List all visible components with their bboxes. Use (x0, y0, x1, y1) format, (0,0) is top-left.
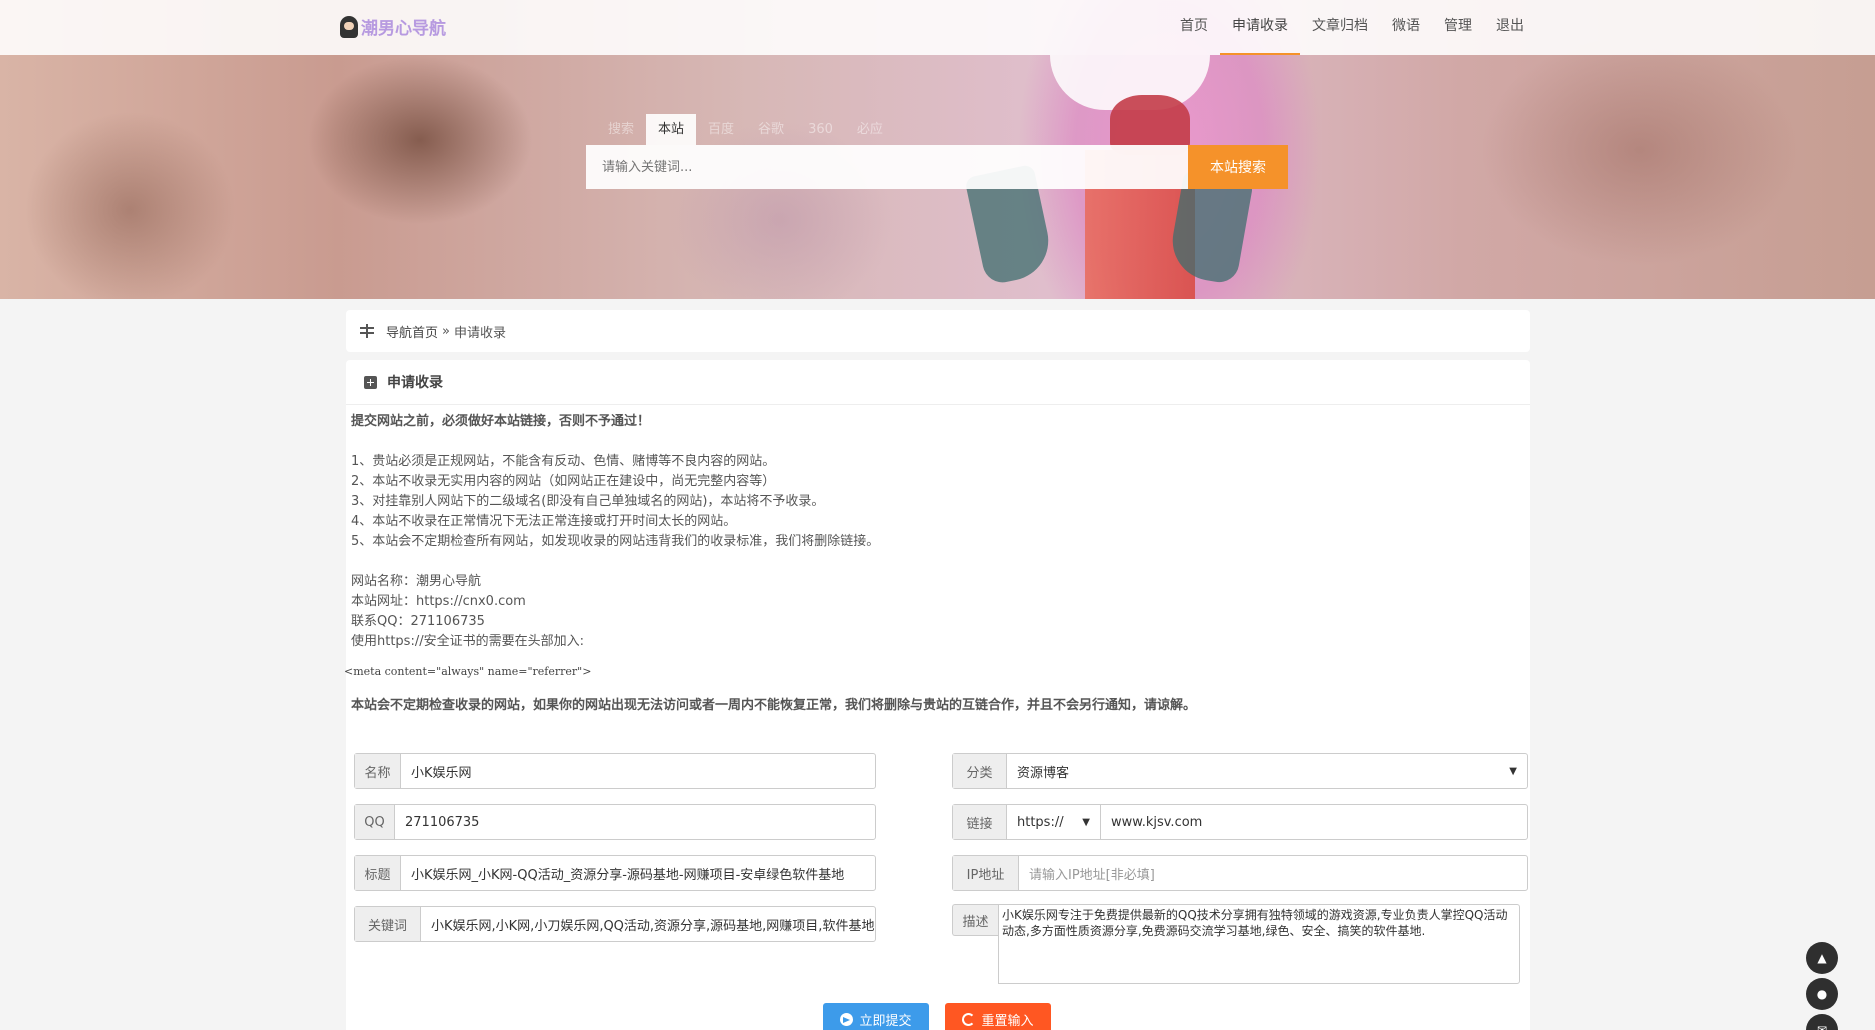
rule-item: 4、本站不收录在正常情况下无法正常连接或打开时间太长的网站。 (351, 514, 737, 529)
keywords-field: 关键词 小K娱乐网,小K网,小刀娱乐网,QQ活动,资源分享,源码基地,网赚项目,… (354, 906, 876, 942)
breadcrumb: 导航首页 » 申请收录 (346, 310, 1530, 352)
site-title: 潮男心导航 (361, 19, 446, 39)
search-tab-active[interactable]: 本站 (646, 114, 697, 145)
nav-item-submit-site[interactable]: 申请收录 (1220, 0, 1300, 55)
breadcrumb-separator: » (442, 323, 450, 339)
bell-icon: ● (1816, 987, 1828, 1001)
site-info-line: 使用https://安全证书的需要在头部加入: (351, 634, 584, 649)
category-label: 分类 (953, 754, 1007, 788)
ip-label: IP地址 (953, 856, 1019, 890)
refresh-icon (962, 1012, 976, 1026)
mail-button[interactable]: ✉ (1806, 1014, 1838, 1030)
rule-item: 1、贵站必须是正规网站，不能含有反动、色情、赌博等不良内容的网站。 (351, 454, 776, 469)
search-tabs: 搜索 本站 百度 谷歌 360 必应 (596, 114, 895, 145)
search-tab[interactable]: 必应 (845, 114, 895, 145)
category-selected: 资源博客 (1017, 765, 1070, 781)
site-logo[interactable]: 潮男心导航 (340, 14, 446, 39)
description-textarea[interactable]: 小K娱乐网专注于免费提供最新的QQ技术分享拥有独特领域的游戏资源,专业负责人掌控… (998, 904, 1520, 984)
nav-item-microblog[interactable]: 微语 (1380, 0, 1432, 55)
ip-field: IP地址 请输入IP地址[非必填] (952, 855, 1528, 891)
search-input[interactable] (586, 145, 1188, 189)
mail-icon: ✉ (1816, 1023, 1828, 1030)
site-info-line: 网站名称：潮男心导航 (351, 574, 482, 589)
rule-item: 5、本站会不定期检查所有网站，如发现收录的网站违背我们的收录标准，我们将删除链接… (351, 534, 880, 549)
ip-input[interactable]: 请输入IP地址[非必填] (1019, 856, 1527, 890)
link-input[interactable]: www.kjsv.com (1101, 805, 1527, 839)
arrow-up-icon: ▲ (1817, 951, 1827, 965)
signpost-icon (360, 324, 374, 338)
submit-button[interactable]: 立即提交 (823, 1003, 929, 1030)
link-field: 链接 https:// ▼ www.kjsv.com (952, 804, 1528, 840)
submit-site-card: 申请收录 提交网站之前，必须做好本站链接，否则不予通过！ 1、贵站必须是正规网站… (344, 360, 1530, 1030)
category-field: 分类 资源博客 ▼ (952, 753, 1528, 789)
main-nav: 首页 申请收录 文章归档 微语 管理 退出 (1168, 0, 1536, 55)
qq-field: QQ 271106735 (354, 804, 876, 840)
search-tab[interactable]: 谷歌 (746, 114, 796, 145)
protocol-selected: https:// (1017, 814, 1064, 830)
nav-item-logout[interactable]: 退出 (1484, 0, 1536, 55)
scroll-top-button[interactable]: ▲ (1806, 942, 1838, 974)
search-tab[interactable]: 百度 (696, 114, 746, 145)
name-input[interactable]: 小K娱乐网 (401, 754, 875, 788)
title-input[interactable]: 小K娱乐网_小K网-QQ活动_资源分享-源码基地-网赚项目-安卓绿色软件基地 (401, 856, 875, 890)
rules-list: 1、贵站必须是正规网站，不能含有反动、色情、赌博等不良内容的网站。 2、本站不收… (351, 452, 879, 552)
title-field: 标题 小K娱乐网_小K网-QQ活动_资源分享-源码基地-网赚项目-安卓绿色软件基… (354, 855, 876, 891)
nav-item-admin[interactable]: 管理 (1432, 0, 1484, 55)
qq-label: QQ (355, 805, 395, 839)
dropdown-arrow-icon: ▼ (1509, 765, 1517, 777)
nav-item-home[interactable]: 首页 (1168, 0, 1220, 55)
nav-item-archive[interactable]: 文章归档 (1300, 0, 1380, 55)
link-label: 链接 (953, 805, 1007, 839)
keywords-input[interactable]: 小K娱乐网,小K网,小刀娱乐网,QQ活动,资源分享,源码基地,网赚项目,软件基地 (421, 907, 875, 941)
submit-label: 立即提交 (859, 1013, 912, 1029)
rule-item: 3、对挂靠别人网站下的二级域名(即没有自己单独域名的网站)，本站将不予收录。 (351, 494, 825, 509)
name-field: 名称 小K娱乐网 (354, 753, 876, 789)
search-tab[interactable]: 360 (796, 114, 845, 145)
site-info: 网站名称：潮男心导航 本站网址：https://cnx0.com 联系QQ：27… (351, 572, 584, 652)
avatar-icon (340, 15, 358, 38)
keywords-label: 关键词 (355, 907, 421, 941)
site-info-line: 本站网址：https://cnx0.com (351, 594, 526, 609)
reset-label: 重置输入 (981, 1013, 1034, 1029)
breadcrumb-current: 申请收录 (453, 325, 506, 341)
protocol-select[interactable]: https:// ▼ (1007, 805, 1101, 839)
site-info-line: 联系QQ：271106735 (351, 614, 485, 629)
category-select[interactable]: 资源博客 ▼ (1007, 754, 1527, 788)
reset-button[interactable]: 重置输入 (945, 1003, 1051, 1030)
send-icon (840, 1012, 854, 1026)
qq-input[interactable]: 271106735 (395, 805, 875, 839)
title-label: 标题 (355, 856, 401, 890)
search-button[interactable]: 本站搜索 (1188, 145, 1288, 189)
search-tab[interactable]: 搜索 (596, 114, 646, 145)
warning-bottom: 本站会不定期检查收录的网站，如果你的网站出现无法访问或者一周内不能恢复正常，我们… (351, 698, 1197, 713)
card-header: 申请收录 (346, 360, 1530, 405)
name-label: 名称 (355, 754, 401, 788)
plus-square-icon (364, 375, 377, 389)
meta-code-snippet: <meta content="always" name="referrer"> (344, 665, 592, 678)
dropdown-arrow-icon: ▼ (1082, 816, 1090, 828)
rule-item: 2、本站不收录无实用内容的网站（如网站正在建设中，尚无完整内容等） (351, 474, 776, 489)
top-navbar: 潮男心导航 首页 申请收录 文章归档 微语 管理 退出 (0, 0, 1875, 55)
warning-top: 提交网站之前，必须做好本站链接，否则不予通过！ (351, 414, 651, 429)
notification-button[interactable]: ● (1806, 978, 1838, 1010)
card-title: 申请收录 (387, 375, 443, 391)
description-label: 描述 (952, 904, 998, 936)
breadcrumb-home-link[interactable]: 导航首页 (386, 322, 438, 341)
